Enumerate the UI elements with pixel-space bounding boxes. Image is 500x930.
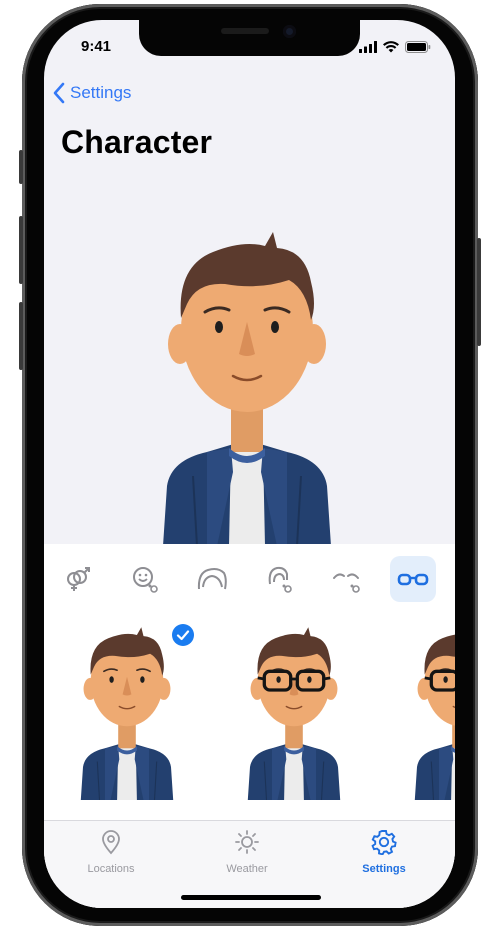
sun-icon <box>235 830 259 854</box>
volume-down-button <box>19 302 23 370</box>
volume-up-button <box>19 216 23 284</box>
gender-icon <box>67 567 90 591</box>
tab-settings[interactable]: Settings <box>329 829 439 875</box>
hair-icon <box>197 568 227 590</box>
front-camera <box>283 25 296 38</box>
tab-locations-label: Locations <box>87 863 135 875</box>
home-indicator[interactable] <box>181 895 321 900</box>
face-icon <box>133 567 158 593</box>
power-button <box>477 238 481 346</box>
wifi-icon <box>383 41 399 53</box>
category-glasses[interactable] <box>390 556 436 602</box>
category-eyebrows[interactable] <box>324 556 370 602</box>
tab-weather-label: Weather <box>226 863 268 875</box>
screen: 9:41 Settings Character Locations Weathe… <box>44 20 455 908</box>
speaker <box>221 28 269 34</box>
page-title: Character <box>61 124 213 160</box>
tab-locations[interactable]: Locations <box>56 829 166 875</box>
glasses-option-partial[interactable] <box>406 624 455 822</box>
status-icons <box>359 41 431 53</box>
cellular-signal-icon <box>359 41 377 53</box>
tab-weather[interactable]: Weather <box>192 829 302 875</box>
notch <box>139 20 360 56</box>
hairstyle-icon <box>268 566 292 593</box>
category-hairstyle[interactable] <box>256 556 302 602</box>
category-bar <box>44 556 455 604</box>
character-preview <box>161 230 333 546</box>
selected-checkmark-icon <box>172 624 194 646</box>
location-pin-icon <box>102 830 120 855</box>
category-face[interactable] <box>122 556 168 602</box>
back-button-label: Settings <box>70 83 132 102</box>
status-time: 9:41 <box>81 38 112 55</box>
character-thumbnail <box>246 626 342 801</box>
battery-icon <box>405 41 431 53</box>
character-thumbnail <box>413 626 455 801</box>
chevron-left-icon <box>53 82 65 104</box>
gear-icon <box>371 830 397 856</box>
mute-switch <box>19 150 23 184</box>
category-gender[interactable] <box>54 556 100 602</box>
category-hair[interactable] <box>189 556 235 602</box>
back-button[interactable]: Settings <box>52 82 131 104</box>
character-thumbnail <box>79 626 175 801</box>
tab-settings-label: Settings <box>362 863 406 875</box>
glasses-option-black[interactable] <box>239 624 349 822</box>
eyebrows-icon <box>333 573 360 593</box>
glasses-icon <box>397 573 429 586</box>
glasses-option-none[interactable] <box>72 624 182 822</box>
